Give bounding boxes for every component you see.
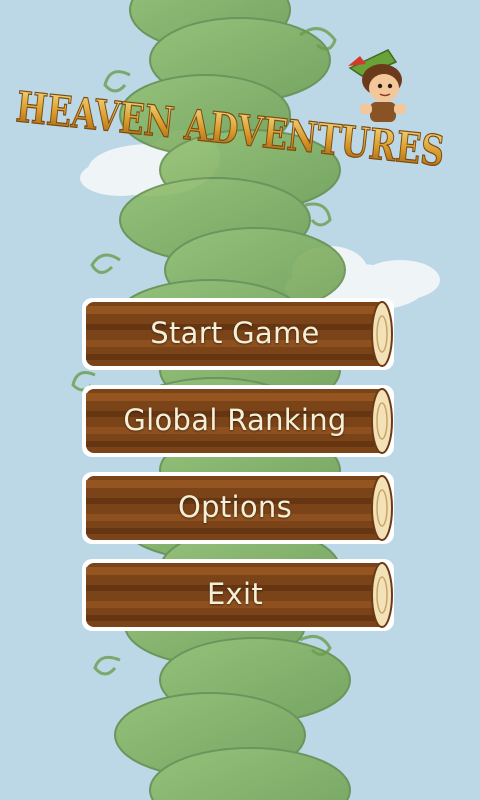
- game-main-menu: HEAVEN ADVENTURES Start Game Global Rank…: [0, 0, 480, 800]
- hero-character-icon: [348, 49, 406, 122]
- start-game-button[interactable]: Start Game: [80, 294, 400, 372]
- exit-label: Exit: [206, 577, 264, 611]
- main-menu: Start Game Global Ranking Options Exit: [80, 294, 400, 642]
- options-button[interactable]: Options: [80, 468, 400, 546]
- start-game-label: Start Game: [150, 316, 320, 350]
- exit-button[interactable]: Exit: [80, 555, 400, 633]
- options-label: Options: [178, 490, 292, 524]
- global-ranking-label: Global Ranking: [123, 403, 347, 437]
- global-ranking-button[interactable]: Global Ranking: [80, 381, 400, 459]
